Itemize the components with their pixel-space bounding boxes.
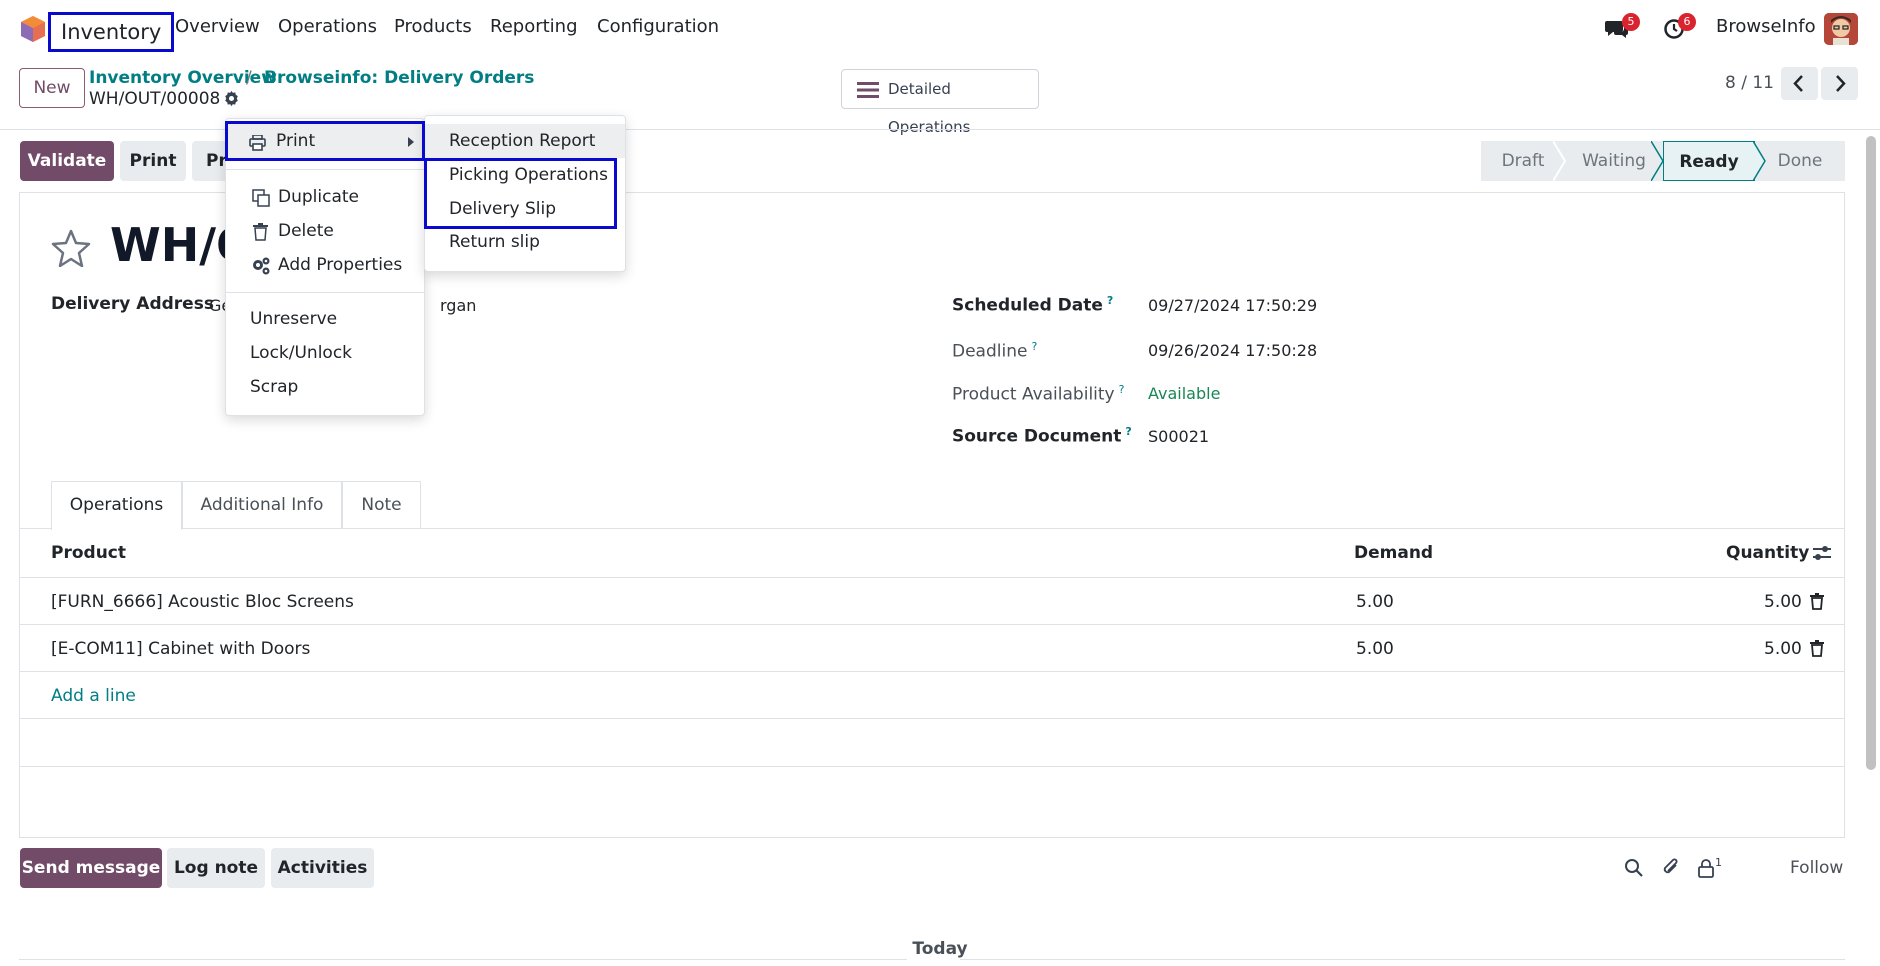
gear-dropdown-menu: Print Duplicate Delete Add Properties Un… xyxy=(225,118,425,416)
help-icon[interactable]: ? xyxy=(1031,340,1037,353)
add-properties-menu-item[interactable]: Add Properties xyxy=(278,255,402,275)
scheduled-date-value[interactable]: 09/27/2024 17:50:29 xyxy=(1148,296,1317,315)
menu-reporting[interactable]: Reporting xyxy=(490,16,578,37)
product-availability-value: Available xyxy=(1148,384,1221,403)
delete-menu-item[interactable]: Delete xyxy=(278,221,334,241)
messages-badge: 5 xyxy=(1622,13,1640,31)
reception-report-row[interactable]: Reception Report xyxy=(425,124,625,158)
help-icon[interactable]: ? xyxy=(1107,294,1113,307)
row-demand[interactable]: 5.00 xyxy=(1356,639,1394,659)
menu-overview[interactable]: Overview xyxy=(175,16,260,37)
column-demand[interactable]: Demand xyxy=(1354,543,1433,563)
help-icon[interactable]: ? xyxy=(1119,383,1125,396)
column-quantity[interactable]: Quantity xyxy=(1726,543,1809,563)
new-button[interactable]: New xyxy=(19,68,85,108)
menu-products[interactable]: Products xyxy=(394,16,472,37)
print-highlight-box xyxy=(225,121,425,161)
column-product[interactable]: Product xyxy=(51,543,126,563)
optional-columns-icon[interactable] xyxy=(1812,543,1832,563)
page-scrollbar[interactable] xyxy=(1866,136,1876,770)
today-line-left xyxy=(19,959,907,960)
tab-additional-info[interactable]: Additional Info xyxy=(182,481,342,529)
source-document-value[interactable]: S00021 xyxy=(1148,427,1209,446)
help-icon[interactable]: ? xyxy=(1125,425,1131,438)
pager-next-button[interactable] xyxy=(1821,67,1858,100)
trash-icon[interactable] xyxy=(1810,593,1824,610)
send-message-button[interactable]: Send message xyxy=(20,848,162,888)
row-line xyxy=(19,624,1845,625)
chevron-left-icon xyxy=(1793,75,1803,92)
print-button[interactable]: Print xyxy=(120,141,186,181)
row-demand[interactable]: 5.00 xyxy=(1356,592,1394,612)
duplicate-icon xyxy=(252,189,270,207)
delivery-address-value-end[interactable]: rgan xyxy=(440,296,476,315)
source-document-label: Source Document? xyxy=(952,425,1132,447)
submenu-highlight-box xyxy=(424,158,617,229)
pager-previous-button[interactable] xyxy=(1781,67,1818,100)
deadline-label: Deadline? xyxy=(952,340,1038,362)
breadcrumb-delivery-orders[interactable]: Browseinfo: Delivery Orders xyxy=(264,68,534,88)
breadcrumb-separator: / xyxy=(246,68,252,88)
search-icon[interactable] xyxy=(1624,858,1644,878)
validate-button[interactable]: Validate xyxy=(20,141,114,181)
row-line xyxy=(19,671,1845,672)
lock-unlock-menu-item[interactable]: Lock/Unlock xyxy=(250,343,352,363)
today-line-right xyxy=(960,959,1845,960)
delivery-address-label: Delivery Address xyxy=(51,294,214,314)
gear-icon[interactable] xyxy=(223,90,240,107)
activities-badge: 6 xyxy=(1678,13,1696,31)
inventory-logo-icon[interactable] xyxy=(20,15,46,43)
tab-note[interactable]: Note xyxy=(342,481,421,529)
delete-icon xyxy=(253,223,268,241)
pager-value[interactable]: 8 / 11 xyxy=(1725,73,1774,93)
row-line xyxy=(19,766,1845,767)
user-avatar[interactable] xyxy=(1824,13,1858,45)
detailed-operations-label: Detailed Operations xyxy=(888,80,971,136)
paperclip-icon[interactable] xyxy=(1661,857,1681,879)
scheduled-date-label: Scheduled Date? xyxy=(952,294,1114,316)
status-arrow-1 xyxy=(1553,141,1567,181)
table-header-line xyxy=(19,577,1845,578)
cogs-icon xyxy=(253,257,270,275)
product-availability-label: Product Availability? xyxy=(952,383,1125,405)
scrap-menu-item[interactable]: Scrap xyxy=(250,377,298,397)
menu-divider xyxy=(226,292,424,293)
follow-button[interactable]: Follow xyxy=(1790,858,1843,878)
status-arrow-2 xyxy=(1651,141,1664,181)
company-name[interactable]: BrowseInfo xyxy=(1716,16,1816,37)
menu-configuration[interactable]: Configuration xyxy=(597,16,719,37)
deadline-value[interactable]: 09/26/2024 17:50:28 xyxy=(1148,341,1317,360)
row-quantity[interactable]: 5.00 xyxy=(1764,592,1802,612)
unreserve-menu-item[interactable]: Unreserve xyxy=(250,309,337,329)
status-arrow-3 xyxy=(1753,141,1766,181)
tabs-line-left xyxy=(19,528,51,529)
tab-operations[interactable]: Operations xyxy=(51,481,182,530)
row-product[interactable]: [FURN_6666] Acoustic Bloc Screens xyxy=(51,592,354,612)
row-product[interactable]: [E-COM11] Cabinet with Doors xyxy=(51,639,310,659)
return-slip-menu-item[interactable]: Return slip xyxy=(449,232,540,252)
log-note-button[interactable]: Log note xyxy=(167,848,265,888)
duplicate-menu-item[interactable]: Duplicate xyxy=(278,187,359,207)
app-name[interactable]: Inventory xyxy=(48,12,175,52)
row-line xyxy=(19,718,1845,719)
trash-icon[interactable] xyxy=(1810,640,1824,657)
row-quantity[interactable]: 5.00 xyxy=(1764,639,1802,659)
status-waiting[interactable]: Waiting xyxy=(1565,141,1663,181)
status-ready[interactable]: Ready xyxy=(1663,141,1755,181)
top-navbar: Inventory Overview Operations Products R… xyxy=(0,0,1880,58)
record-name: WH/OUT/00008 xyxy=(89,89,221,109)
chevron-right-icon xyxy=(1836,75,1846,92)
add-a-line-link[interactable]: Add a line xyxy=(51,686,136,706)
menu-divider xyxy=(226,169,424,170)
today-separator: Today xyxy=(912,939,968,959)
star-favorite-icon[interactable] xyxy=(51,229,91,267)
followers-lock-icon[interactable] xyxy=(1697,858,1715,878)
reception-report-menu-item[interactable]: Reception Report xyxy=(449,131,595,151)
tabs-line-right xyxy=(182,528,1845,529)
list-icon xyxy=(857,82,879,98)
detailed-operations-button[interactable]: Detailed Operations xyxy=(841,69,1039,136)
activities-button[interactable]: Activities xyxy=(271,848,374,888)
followers-count: 1 xyxy=(1715,856,1722,869)
menu-operations[interactable]: Operations xyxy=(278,16,377,37)
